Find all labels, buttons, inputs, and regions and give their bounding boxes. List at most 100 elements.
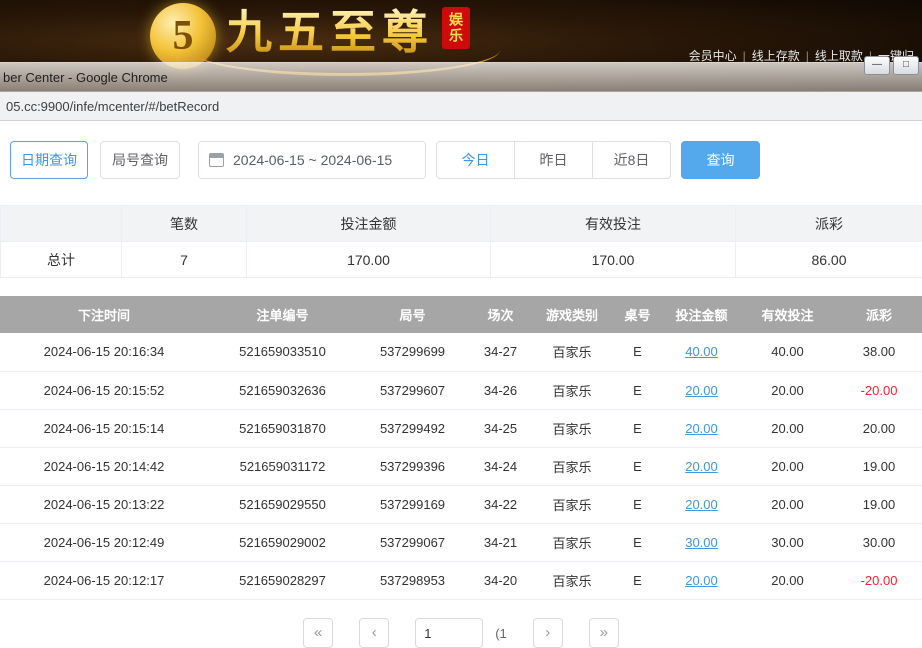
summary-header-count: 笔数	[122, 206, 247, 242]
header-bet-id: 注单编号	[208, 296, 357, 333]
window-title: ber Center - Google Chrome	[3, 70, 168, 85]
payout-cell: 20.00	[836, 409, 922, 447]
minimize-button[interactable]: —	[864, 56, 890, 75]
bet-amount-link[interactable]: 30.00	[664, 523, 739, 561]
bet-time-cell: 2024-06-15 20:16:34	[0, 333, 208, 371]
bet-time-cell: 2024-06-15 20:15:52	[0, 371, 208, 409]
bet-time-cell: 2024-06-15 20:12:49	[0, 523, 208, 561]
summary-total-row: 总计 7 170.00 170.00 86.00	[1, 242, 922, 278]
round-no-cell: 537299067	[357, 523, 468, 561]
bet-amount-link[interactable]: 20.00	[664, 371, 739, 409]
summary-bet-amount-value: 170.00	[247, 242, 491, 278]
table-no-cell: E	[611, 523, 664, 561]
game-type-cell: 百家乐	[533, 447, 611, 485]
header-table-no: 桌号	[611, 296, 664, 333]
session-cell: 34-20	[468, 561, 533, 599]
table-row: 2024-06-15 20:13:22 521659029550 5372991…	[0, 485, 922, 523]
valid-bet-cell: 20.00	[739, 371, 836, 409]
valid-bet-cell: 20.00	[739, 447, 836, 485]
session-cell: 34-26	[468, 371, 533, 409]
browser-title-bar[interactable]: ber Center - Google Chrome — □	[0, 62, 922, 92]
header-game-type: 游戏类别	[533, 296, 611, 333]
url-text: 05.cc:9900/infe/mcenter/#/betRecord	[6, 99, 219, 114]
last-page-button[interactable]: »	[589, 618, 619, 648]
summary-valid-bet-value: 170.00	[491, 242, 736, 278]
yesterday-button[interactable]: 昨日	[514, 141, 593, 179]
nav-withdraw[interactable]: 线上取款	[809, 49, 869, 63]
bet-amount-link[interactable]: 20.00	[664, 447, 739, 485]
bet-time-cell: 2024-06-15 20:14:42	[0, 447, 208, 485]
header-session: 场次	[468, 296, 533, 333]
payout-cell: 30.00	[836, 523, 922, 561]
pagination: « ‹ (1 › »	[0, 618, 922, 648]
first-page-button[interactable]: «	[303, 618, 333, 648]
maximize-button[interactable]: □	[893, 56, 919, 75]
last-8-days-button[interactable]: 近8日	[592, 141, 671, 179]
game-type-cell: 百家乐	[533, 561, 611, 599]
bet-id-cell: 521659033510	[208, 333, 357, 371]
valid-bet-cell: 40.00	[739, 333, 836, 371]
header-bet-amount: 投注金额	[664, 296, 739, 333]
nav-member-center[interactable]: 会员中心	[683, 49, 743, 63]
summary-count-value: 7	[122, 242, 247, 278]
table-row: 2024-06-15 20:15:52 521659032636 5372996…	[0, 371, 922, 409]
header-bet-time: 下注时间	[0, 296, 208, 333]
table-no-cell: E	[611, 371, 664, 409]
bet-amount-link[interactable]: 20.00	[664, 561, 739, 599]
valid-bet-cell: 30.00	[739, 523, 836, 561]
summary-header-payout: 派彩	[736, 206, 922, 242]
summary-payout-value: 86.00	[736, 242, 922, 278]
page-number-input[interactable]	[415, 618, 483, 648]
nav-deposit[interactable]: 线上存款	[746, 49, 806, 63]
session-cell: 34-24	[468, 447, 533, 485]
game-type-cell: 百家乐	[533, 409, 611, 447]
bet-time-cell: 2024-06-15 20:15:14	[0, 409, 208, 447]
address-bar[interactable]: 05.cc:9900/infe/mcenter/#/betRecord	[0, 92, 922, 121]
bet-amount-link[interactable]: 20.00	[664, 485, 739, 523]
tab-round-query[interactable]: 局号查询	[100, 141, 180, 179]
bet-amount-link[interactable]: 20.00	[664, 409, 739, 447]
summary-blank-header	[1, 206, 122, 242]
header-round-no: 局号	[357, 296, 468, 333]
table-row: 2024-06-15 20:15:14 521659031870 5372994…	[0, 409, 922, 447]
table-row: 2024-06-15 20:14:42 521659031172 5372993…	[0, 447, 922, 485]
game-type-cell: 百家乐	[533, 333, 611, 371]
round-no-cell: 537299396	[357, 447, 468, 485]
tab-date-query[interactable]: 日期查询	[10, 141, 88, 179]
bet-record-table: 下注时间 注单编号 局号 场次 游戏类别 桌号 投注金额 有效投注 派彩 202…	[0, 296, 922, 600]
summary-header-bet-amount: 投注金额	[247, 206, 491, 242]
date-range-picker[interactable]: 2024-06-15 ~ 2024-06-15	[198, 141, 426, 179]
table-no-cell: E	[611, 333, 664, 371]
search-button[interactable]: 查询	[681, 141, 760, 179]
bet-id-cell: 521659029550	[208, 485, 357, 523]
table-row: 2024-06-15 20:12:17 521659028297 5372989…	[0, 561, 922, 599]
prev-page-button[interactable]: ‹	[359, 618, 389, 648]
game-type-cell: 百家乐	[533, 371, 611, 409]
calendar-icon	[209, 153, 224, 167]
session-cell: 34-22	[468, 485, 533, 523]
table-no-cell: E	[611, 409, 664, 447]
page-info-text: (1	[495, 626, 507, 641]
round-no-cell: 537299169	[357, 485, 468, 523]
query-toolbar: 日期查询 局号查询 2024-06-15 ~ 2024-06-15 今日 昨日 …	[10, 141, 922, 179]
today-button[interactable]: 今日	[436, 141, 515, 179]
payout-cell: -20.00	[836, 561, 922, 599]
round-no-cell: 537299492	[357, 409, 468, 447]
summary-header-valid-bet: 有效投注	[491, 206, 736, 242]
session-cell: 34-25	[468, 409, 533, 447]
table-row: 2024-06-15 20:12:49 521659029002 5372990…	[0, 523, 922, 561]
bet-id-cell: 521659031172	[208, 447, 357, 485]
round-no-cell: 537299699	[357, 333, 468, 371]
next-page-button[interactable]: ›	[533, 618, 563, 648]
entertainment-tag: 娱乐	[442, 7, 470, 49]
game-type-cell: 百家乐	[533, 485, 611, 523]
bet-id-cell: 521659029002	[208, 523, 357, 561]
bet-id-cell: 521659031870	[208, 409, 357, 447]
bet-time-cell: 2024-06-15 20:13:22	[0, 485, 208, 523]
bet-time-cell: 2024-06-15 20:12:17	[0, 561, 208, 599]
bet-amount-link[interactable]: 40.00	[664, 333, 739, 371]
header-payout: 派彩	[836, 296, 922, 333]
table-no-cell: E	[611, 561, 664, 599]
summary-header-row: 笔数 投注金额 有效投注 派彩	[1, 206, 922, 242]
round-no-cell: 537298953	[357, 561, 468, 599]
